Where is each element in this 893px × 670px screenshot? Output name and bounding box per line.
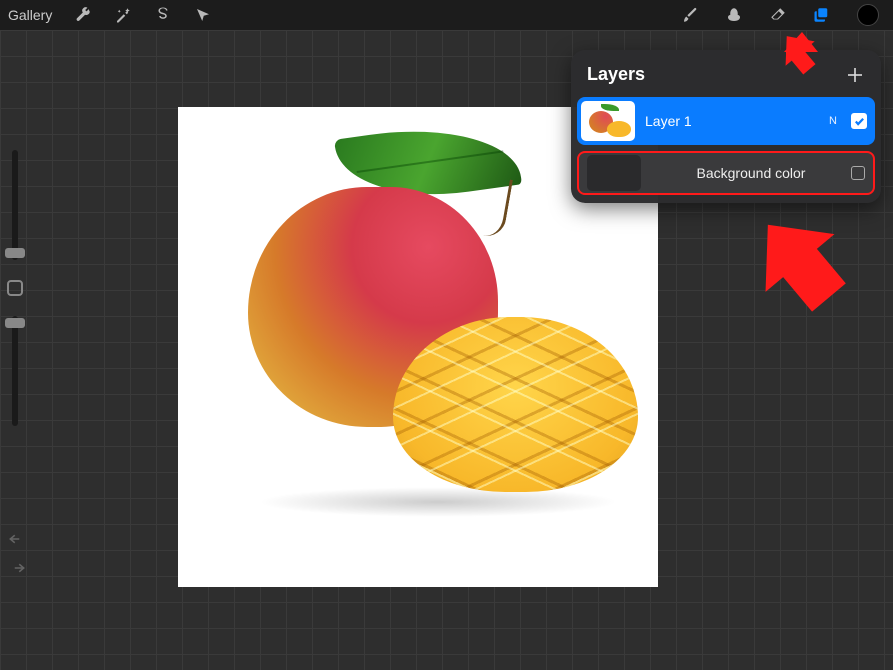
annotation-arrow-top (760, 30, 820, 95)
background-row-label: Background color (651, 165, 851, 181)
add-layer-button[interactable] (845, 65, 865, 85)
brush-size-slider[interactable] (12, 150, 18, 260)
layers-icon[interactable] (813, 6, 831, 24)
artwork-mango-cut (393, 317, 638, 492)
adjustments-wand-icon[interactable] (114, 6, 132, 24)
layers-panel: Layers Layer 1 N Background color (571, 50, 881, 203)
brush-icon[interactable] (681, 6, 699, 24)
background-color-row[interactable]: Background color (577, 151, 875, 195)
smudge-icon[interactable] (725, 6, 743, 24)
layer-thumbnail (581, 101, 635, 141)
annotation-arrow-bottom (740, 208, 860, 323)
layer-row[interactable]: Layer 1 N (577, 97, 875, 145)
modify-button[interactable] (7, 280, 23, 296)
layer-blend-mode[interactable]: N (829, 115, 837, 127)
brush-opacity-thumb[interactable] (5, 318, 25, 328)
brush-opacity-slider[interactable] (12, 316, 18, 426)
top-toolbar: Gallery (0, 0, 893, 30)
color-picker-swatch[interactable] (857, 4, 879, 26)
background-visibility-checkbox[interactable] (851, 166, 865, 180)
layers-panel-title: Layers (587, 64, 645, 85)
transform-arrow-icon[interactable] (194, 6, 212, 24)
gallery-button[interactable]: Gallery (8, 7, 52, 23)
selection-s-icon[interactable] (154, 6, 172, 24)
undo-icon[interactable] (8, 532, 26, 551)
actions-wrench-icon[interactable] (74, 6, 92, 24)
eraser-icon[interactable] (769, 6, 787, 24)
redo-icon[interactable] (8, 561, 26, 580)
layer-visibility-checkbox[interactable] (851, 113, 867, 129)
layer-name-label: Layer 1 (645, 113, 819, 129)
background-color-swatch (587, 155, 641, 191)
brush-size-thumb[interactable] (5, 248, 25, 258)
side-sliders (6, 150, 24, 446)
